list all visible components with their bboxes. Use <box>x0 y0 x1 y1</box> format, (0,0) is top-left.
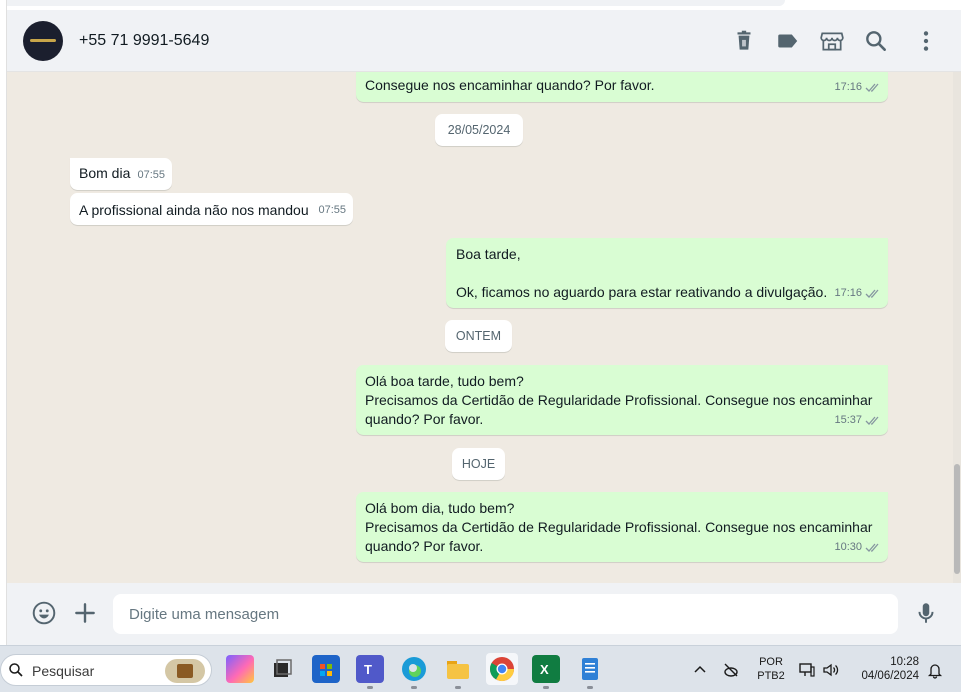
catalog-store-icon[interactable] <box>819 28 845 54</box>
read-ticks-icon <box>865 543 879 552</box>
chrome-browser-icon[interactable] <box>486 653 518 685</box>
emoji-icon[interactable] <box>31 600 57 626</box>
message-meta: 15:37 <box>834 411 881 430</box>
chat-scrollbar[interactable] <box>953 72 961 583</box>
message-outgoing[interactable]: Olá boa tarde, tudo bem? Precisamos da C… <box>356 365 888 435</box>
message-meta: 10:30 <box>834 538 881 557</box>
delete-icon[interactable] <box>731 28 757 54</box>
display-monitor-icon[interactable] <box>798 661 816 679</box>
taskbar-search[interactable]: Pesquisar <box>0 654 212 686</box>
speaker-volume-icon[interactable] <box>822 661 840 679</box>
chat-list-panel-edge <box>0 0 7 645</box>
read-ticks-icon <box>865 289 879 298</box>
notification-bell-icon[interactable] <box>926 661 944 679</box>
message-time: 07:55 <box>318 204 346 216</box>
contact-avatar[interactable] <box>23 21 63 61</box>
message-time: 17:16 <box>834 287 862 299</box>
show-hidden-icons-chevron-icon[interactable] <box>691 661 709 679</box>
message-meta: 17:16 <box>834 78 881 97</box>
message-time: 07:55 <box>137 169 165 181</box>
message-time: 15:37 <box>834 414 862 426</box>
task-view-icon[interactable] <box>268 655 296 683</box>
read-ticks-icon <box>865 416 879 425</box>
store-app-icon[interactable] <box>312 655 340 683</box>
clock-date: 04/06/2024 <box>861 670 919 682</box>
network-disconnected-icon[interactable] <box>722 661 740 679</box>
menu-kebab-icon[interactable] <box>913 28 939 54</box>
contact-name[interactable]: +55 71 9991-5649 <box>79 32 209 50</box>
message-time: 10:30 <box>834 541 862 553</box>
keyboard-layout: PTB2 <box>757 670 785 682</box>
avatar-logo <box>30 39 56 42</box>
chat-list-search-edge <box>0 0 785 6</box>
file-explorer-icon[interactable] <box>444 655 472 689</box>
message-list[interactable]: Consegue nos encaminhar quando? Por favo… <box>7 72 953 583</box>
search-icon[interactable] <box>863 28 889 54</box>
teams-app-icon[interactable]: T <box>356 655 384 689</box>
language-code: POR <box>759 656 783 668</box>
os-taskbar: Pesquisar T X POR PTB2 10:28 04/06/2024 <box>0 645 961 692</box>
microphone-icon[interactable] <box>913 600 939 626</box>
message-meta: 07:55 <box>137 166 165 185</box>
label-icon[interactable] <box>775 28 801 54</box>
edge-browser-icon[interactable] <box>400 655 428 689</box>
clock-time: 10:28 <box>890 656 919 668</box>
window-top-edge <box>0 0 961 10</box>
attach-plus-icon[interactable] <box>72 600 98 626</box>
chat-header[interactable]: +55 71 9991-5649 <box>7 10 961 72</box>
message-time: 17:16 <box>834 81 862 93</box>
scrollbar-thumb[interactable] <box>954 464 960 574</box>
taskbar-search-label: Pesquisar <box>32 663 95 679</box>
message-text: Boa tarde, Ok, ficamos no aguardo para e… <box>456 246 828 300</box>
briefcase-icon <box>165 659 205 683</box>
date-separator: 28/05/2024 <box>435 114 523 146</box>
system-clock[interactable]: 10:28 04/06/2024 <box>852 655 922 683</box>
message-meta: 17:16 <box>834 284 881 303</box>
notepad-app-icon[interactable] <box>576 655 604 689</box>
message-text: Olá boa tarde, tudo bem? Precisamos da C… <box>365 373 873 427</box>
message-text: Olá bom dia, tudo bem? Precisamos da Cer… <box>365 500 873 554</box>
copilot-app-icon[interactable] <box>226 655 254 683</box>
message-outgoing[interactable]: Consegue nos encaminhar quando? Por favo… <box>356 72 888 102</box>
message-text: Consegue nos encaminhar quando? Por favo… <box>365 77 655 93</box>
message-outgoing[interactable]: Olá bom dia, tudo bem? Precisamos da Cer… <box>356 492 888 562</box>
input-language-indicator[interactable]: POR PTB2 <box>752 655 790 683</box>
message-composer <box>7 583 961 645</box>
message-incoming[interactable]: A profissional ainda não nos mandou 07:5… <box>70 193 353 225</box>
search-icon <box>9 663 23 677</box>
message-text: A profissional ainda não nos mandou <box>79 202 309 218</box>
message-outgoing[interactable]: Boa tarde, Ok, ficamos no aguardo para e… <box>446 238 888 308</box>
message-meta: 07:55 <box>318 201 346 220</box>
app-window: +55 71 9991-5649 Consegue nos encaminhar… <box>0 0 961 692</box>
read-ticks-icon <box>865 83 879 92</box>
message-incoming[interactable]: Bom dia 07:55 <box>70 158 172 190</box>
date-separator: ONTEM <box>445 320 512 352</box>
excel-app-icon[interactable]: X <box>532 655 560 689</box>
svg-text:X: X <box>540 662 549 677</box>
date-separator: HOJE <box>452 448 505 480</box>
message-text: Bom dia <box>79 165 131 181</box>
message-input[interactable] <box>113 594 898 634</box>
svg-text:T: T <box>364 662 372 677</box>
